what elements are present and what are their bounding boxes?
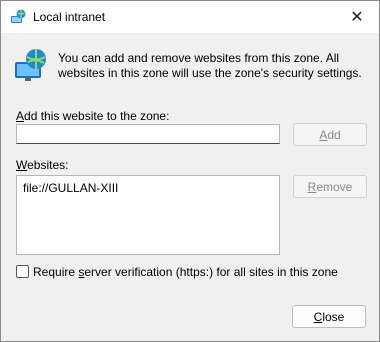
close-button[interactable]: Close: [292, 305, 366, 328]
add-website-label: Add this website to the zone:: [16, 109, 169, 123]
websites-label: Websites:: [16, 158, 68, 172]
add-button[interactable]: Add: [293, 123, 367, 146]
remove-button-accel: R: [307, 179, 317, 194]
add-button-rest: dd: [327, 127, 341, 142]
verification-label-after: erver verification (https:) for all site…: [84, 265, 338, 279]
add-label-accel: A: [16, 109, 25, 123]
websites-list[interactable]: file://GULLAN-XIII: [16, 175, 280, 255]
websites-label-accel: W: [16, 158, 28, 172]
window-title: Local intranet: [33, 10, 106, 24]
zone-description: You can add and remove websites from thi…: [58, 51, 362, 80]
websites-label-rest: ebsites:: [27, 158, 69, 172]
verification-label-before: Require: [33, 265, 79, 279]
globe-monitor-icon: [15, 49, 46, 81]
globe-monitor-icon: [11, 9, 26, 23]
add-button-accel: A: [319, 127, 328, 142]
list-item[interactable]: file://GULLAN-XIII: [23, 181, 118, 195]
require-verification-label[interactable]: Require server verification (https:) for…: [33, 265, 338, 279]
title-bar: Local intranet ✕: [1, 1, 379, 33]
require-verification-checkbox[interactable]: [16, 265, 29, 278]
close-icon[interactable]: ✕: [335, 1, 379, 33]
website-input[interactable]: [16, 124, 280, 144]
remove-button-rest: emove: [316, 179, 353, 194]
local-intranet-dialog: Local intranet ✕ You can add and remove …: [0, 0, 380, 342]
close-button-rest: lose: [322, 309, 345, 324]
close-button-accel: C: [313, 309, 323, 324]
add-label-rest: dd this website to the zone:: [24, 109, 170, 123]
remove-button[interactable]: Remove: [293, 175, 367, 198]
